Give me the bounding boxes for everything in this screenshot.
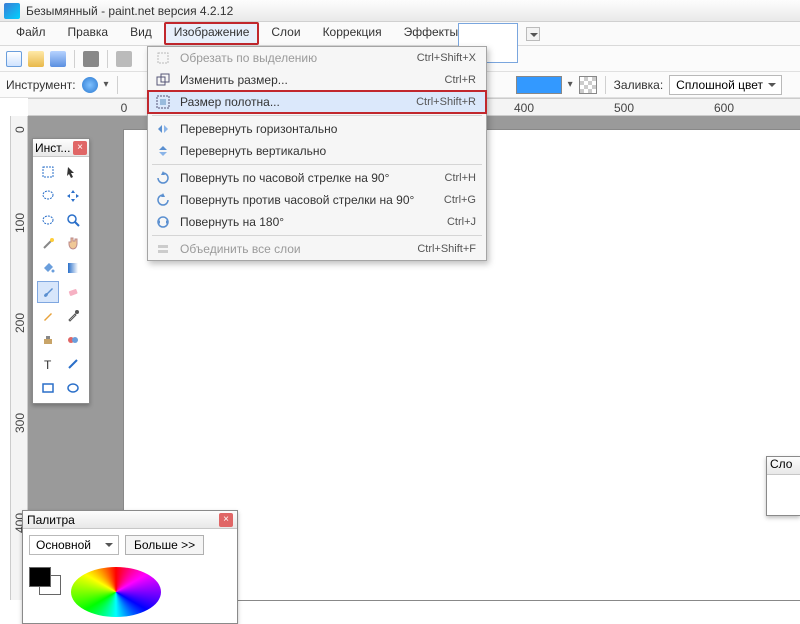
svg-text:T: T <box>44 358 52 371</box>
menu-separator <box>152 115 482 116</box>
tool-line[interactable] <box>62 353 84 375</box>
cut-icon[interactable] <box>116 51 132 67</box>
tools-grid: T <box>33 157 89 403</box>
menubar: Файл Правка Вид Изображение Слои Коррекц… <box>0 22 800 46</box>
close-icon[interactable]: × <box>73 141 87 155</box>
primary-swatch[interactable] <box>29 567 51 587</box>
tool-zoom[interactable] <box>62 209 84 231</box>
fill-value: Сплошной цвет <box>676 78 763 92</box>
flatten-icon <box>154 241 172 257</box>
menu-separator <box>152 235 482 236</box>
menu-adjust[interactable]: Коррекция <box>313 22 392 45</box>
flip-h-icon <box>154 121 172 137</box>
palette-window-title: Палитра <box>27 513 75 527</box>
rotate-180-icon <box>154 214 172 230</box>
color-swatch-stack[interactable] <box>29 567 63 597</box>
tool-gradient[interactable] <box>62 257 84 279</box>
menu-item-resize[interactable]: Изменить размер... Ctrl+R <box>148 69 486 91</box>
menu-item-rotate-ccw[interactable]: Повернуть против часовой стрелки на 90° … <box>148 189 486 211</box>
crop-icon <box>154 50 172 66</box>
tool-label: Инструмент: <box>6 78 76 92</box>
menu-item-canvas-size[interactable]: Размер полотна... Ctrl+Shift+R <box>148 91 486 113</box>
tool-recolor[interactable] <box>62 329 84 351</box>
close-icon[interactable]: × <box>219 513 233 527</box>
menu-item-flip-h[interactable]: Перевернуть горизонтально <box>148 118 486 140</box>
tool-move-selection[interactable] <box>62 161 84 183</box>
tool-pan[interactable] <box>62 233 84 255</box>
separator <box>117 76 118 94</box>
layers-window-header[interactable]: Сло <box>767 457 800 475</box>
tools-window-header[interactable]: Инст... × <box>33 139 89 157</box>
thumbnail-bar <box>440 22 540 46</box>
menu-view[interactable]: Вид <box>120 22 162 45</box>
tool-fill[interactable] <box>37 257 59 279</box>
color-swatch[interactable] <box>516 76 562 94</box>
tool-brush[interactable] <box>37 281 59 303</box>
tool-ellipse-shape[interactable] <box>62 377 84 399</box>
fill-label: Заливка: <box>614 78 664 92</box>
menu-image[interactable]: Изображение <box>164 22 260 45</box>
separator <box>605 76 606 94</box>
canvas-size-icon <box>154 94 172 110</box>
alpha-swatch[interactable] <box>579 76 597 94</box>
tool-wand[interactable] <box>37 233 59 255</box>
open-icon[interactable] <box>28 51 44 67</box>
menu-item-flip-v[interactable]: Перевернуть вертикально <box>148 140 486 162</box>
menu-separator <box>152 164 482 165</box>
palette-window-header[interactable]: Палитра × <box>23 511 237 529</box>
image-menu-popup: Обрезать по выделению Ctrl+Shift+X Измен… <box>147 46 487 261</box>
tool-lasso[interactable] <box>37 185 59 207</box>
menu-edit[interactable]: Правка <box>58 22 119 45</box>
primary-color-dropdown[interactable]: Основной <box>29 535 119 555</box>
thumbnail-expand[interactable] <box>526 27 540 41</box>
menu-file[interactable]: Файл <box>6 22 56 45</box>
titlebar: Безымянный - paint.net версия 4.2.12 <box>0 0 800 22</box>
menu-item-rotate-cw[interactable]: Повернуть по часовой стрелке на 90° Ctrl… <box>148 167 486 189</box>
menu-layers[interactable]: Слои <box>261 22 310 45</box>
rotate-cw-icon <box>154 170 172 186</box>
tool-eraser[interactable] <box>62 281 84 303</box>
menu-item-flatten[interactable]: Объединить все слои Ctrl+Shift+F <box>148 238 486 260</box>
tool-text[interactable]: T <box>37 353 59 375</box>
layers-window-title: Сло <box>770 457 792 471</box>
tool-picker[interactable] <box>62 305 84 327</box>
layers-window[interactable]: Сло <box>766 456 800 516</box>
tool-clone[interactable] <box>37 329 59 351</box>
separator <box>74 50 75 68</box>
menu-item-crop[interactable]: Обрезать по выделению Ctrl+Shift+X <box>148 47 486 69</box>
separator <box>107 50 108 68</box>
menu-item-rotate-180[interactable]: Повернуть на 180° Ctrl+J <box>148 211 486 233</box>
primary-color-label: Основной <box>36 538 91 552</box>
rotate-ccw-icon <box>154 192 172 208</box>
palette-body <box>23 561 237 623</box>
app-icon <box>4 3 20 19</box>
fill-dropdown[interactable]: Сплошной цвет <box>669 75 782 95</box>
new-icon[interactable] <box>6 51 22 67</box>
flip-v-icon <box>154 143 172 159</box>
color-wheel[interactable] <box>71 567 161 617</box>
tool-move-pixels[interactable] <box>62 185 84 207</box>
palette-window[interactable]: Палитра × Основной Больше >> <box>22 510 238 624</box>
tools-window[interactable]: Инст... × T <box>32 138 90 404</box>
window-title: Безымянный - paint.net версия 4.2.12 <box>26 4 233 18</box>
print-icon[interactable] <box>83 51 99 67</box>
tool-pencil[interactable] <box>37 305 59 327</box>
more-button[interactable]: Больше >> <box>125 535 204 555</box>
tools-window-title: Инст... <box>35 141 70 155</box>
save-icon[interactable] <box>50 51 66 67</box>
tool-rect-shape[interactable] <box>37 377 59 399</box>
tool-ellipse-select[interactable] <box>37 209 59 231</box>
resize-icon <box>154 72 172 88</box>
tool-rect-select[interactable] <box>37 161 59 183</box>
current-tool-icon[interactable] <box>82 77 98 93</box>
